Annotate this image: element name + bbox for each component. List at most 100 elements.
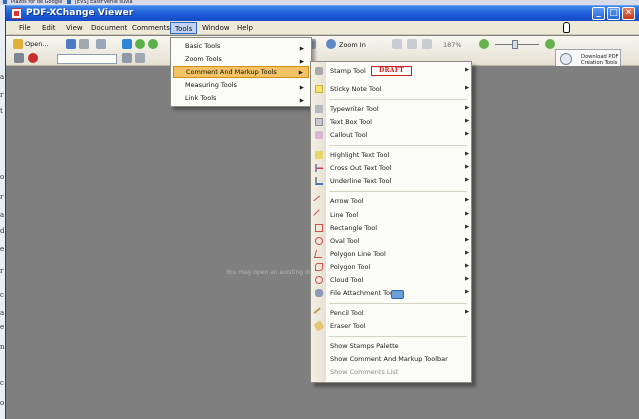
menu-item-label: Typewriter Tool [330, 105, 379, 113]
menu-item-label: Arrow Tool [330, 197, 364, 205]
menu-item-label: Text Box Tool [330, 118, 372, 126]
menu-item-highlight-text[interactable]: Highlight Text Tool ▶ [311, 149, 471, 162]
eraser-icon [313, 320, 325, 332]
menu-item-pencil[interactable]: Pencil Tool ▶ [311, 307, 471, 320]
print-icon[interactable] [79, 39, 89, 49]
email-icon[interactable] [96, 39, 106, 49]
submenu-arrow-icon: ▶ [465, 250, 470, 256]
highlight-icon [315, 151, 323, 159]
menu-item-label: Show Comment And Markup Toolbar [330, 355, 448, 363]
menu-item-polygon[interactable]: Polygon Tool ▶ [311, 261, 471, 274]
menu-separator [329, 191, 467, 192]
menu-item-show-stamps-palette[interactable]: Show Stamps Palette [311, 340, 471, 353]
menu-item-cross-out[interactable]: Cross Out Text Tool ▶ [311, 162, 471, 175]
menu-item-text-box[interactable]: Text Box Tool ▶ [311, 116, 471, 129]
save-icon[interactable] [66, 39, 76, 49]
search-icon[interactable] [122, 53, 132, 63]
menu-item-typewriter[interactable]: Typewriter Tool ▶ [311, 103, 471, 116]
menu-item-label: Stamp Tool [330, 67, 366, 75]
submenu-arrow-icon: ▶ [465, 289, 470, 295]
tools-item-link[interactable]: Link Tools ▶ [173, 92, 309, 104]
rectangle-icon [315, 224, 323, 232]
menu-separator [329, 99, 467, 100]
fit-width-icon[interactable] [422, 39, 432, 49]
menu-item-polygon-line[interactable]: Polygon Line Tool ▶ [311, 248, 471, 261]
menu-item-eraser[interactable]: Eraser Tool [311, 320, 471, 333]
attachment-badge-icon [391, 290, 404, 299]
menu-window[interactable]: Window [202, 24, 230, 32]
tools-item-label: Zoom Tools [185, 55, 222, 63]
snapshot-icon[interactable] [14, 53, 24, 63]
polygon-line-icon [313, 250, 325, 258]
menu-item-show-markup-toolbar[interactable]: Show Comment And Markup Toolbar [311, 353, 471, 366]
find-next-icon[interactable] [135, 53, 145, 63]
submenu-arrow-icon: ▶ [465, 164, 470, 170]
open-button-label[interactable]: Open... [25, 40, 49, 48]
zoom-percent[interactable]: 187% [443, 41, 462, 49]
select-tool-icon[interactable] [122, 39, 132, 49]
bookmark-icon [3, 0, 7, 4]
submenu-arrow-icon: ▶ [299, 98, 304, 104]
menu-separator [329, 303, 467, 304]
sticky-note-icon [315, 85, 323, 93]
actual-size-icon[interactable] [392, 39, 402, 49]
menu-tools[interactable]: Tools [170, 22, 198, 34]
menu-item-show-comments-list[interactable]: Show Comments List [311, 366, 471, 379]
menu-item-label: File Attachment Tool [330, 289, 396, 297]
tools-item-measuring[interactable]: Measuring Tools ▶ [173, 79, 309, 91]
tools-item-basic[interactable]: Basic Tools ▶ [173, 40, 309, 52]
menu-item-arrow-tool[interactable]: Arrow Tool ▶ [311, 195, 471, 208]
open-folder-icon[interactable] [13, 39, 23, 49]
tools-item-label: Link Tools [185, 94, 217, 102]
menu-item-rectangle[interactable]: Rectangle Tool ▶ [311, 222, 471, 235]
menu-item-label: Cross Out Text Tool [330, 164, 392, 172]
close-button[interactable]: ✕ [622, 7, 635, 20]
bookmark-icon [66, 0, 71, 4]
menu-item-underline[interactable]: Underline Text Tool ▶ [311, 175, 471, 188]
oval-icon [315, 237, 323, 245]
line-tool-icon [313, 209, 325, 221]
menu-item-label: Rectangle Tool [330, 224, 378, 232]
forward-icon[interactable] [148, 39, 158, 49]
paperclip-icon [315, 289, 323, 297]
tools-dropdown: Basic Tools ▶ Zoom Tools ▶ Comment And Mar… [170, 37, 312, 107]
zoom-in-icon[interactable] [326, 39, 336, 49]
menu-comments[interactable]: Comments [132, 24, 170, 32]
menu-item-oval[interactable]: Oval Tool ▶ [311, 235, 471, 248]
menu-file[interactable]: File [19, 24, 31, 32]
title-bar[interactable]: PDF-XChange Viewer _ □ ✕ [6, 5, 639, 21]
callout-icon [315, 131, 323, 139]
menu-item-sticky-note[interactable]: Sticky Note Tool ▶ [311, 83, 471, 96]
zoom-in-slider-icon[interactable] [545, 39, 555, 49]
tools-item-zoom[interactable]: Zoom Tools ▶ [173, 53, 309, 65]
draft-stamp-preview: DRAFT [371, 66, 412, 76]
submenu-arrow-icon: ▶ [465, 237, 470, 243]
fit-page-icon[interactable] [407, 39, 417, 49]
zoom-in-label[interactable]: Zoom In [339, 41, 366, 49]
menu-bar: File Edit View Document Comments Tools W… [6, 21, 639, 35]
menu-item-label: Underline Text Tool [330, 177, 392, 185]
menu-item-cloud[interactable]: Cloud Tool ▶ [311, 274, 471, 287]
menu-item-label: Callout Tool [330, 131, 368, 139]
back-icon[interactable] [135, 39, 145, 49]
tools-item-label: Comment And Markup Tools [186, 68, 277, 76]
menu-help[interactable]: Help [237, 24, 253, 32]
acrobat-icon[interactable] [28, 53, 38, 63]
submenu-arrow-icon: ▶ [465, 151, 470, 157]
submenu-arrow-icon: ▶ [465, 211, 470, 217]
menu-item-label: Cloud Tool [330, 276, 364, 284]
polygon-icon [315, 263, 323, 271]
menu-item-label: Polygon Tool [330, 263, 371, 271]
menu-edit[interactable]: Edit [42, 24, 56, 32]
minimize-button[interactable]: _ [592, 7, 605, 20]
menu-document[interactable]: Document [91, 24, 127, 32]
mouse-cursor-icon [563, 22, 570, 33]
maximize-button[interactable]: □ [607, 7, 620, 20]
page-combo[interactable] [57, 54, 117, 64]
menu-item-line-tool[interactable]: Line Tool ▶ [311, 209, 471, 222]
zoom-slider-thumb[interactable] [512, 40, 518, 49]
tools-item-comment-markup[interactable]: Comment And Markup Tools ▶ [173, 66, 309, 78]
zoom-out-slider-icon[interactable] [479, 39, 489, 49]
menu-item-callout[interactable]: Callout Tool ▶ [311, 129, 471, 142]
menu-view[interactable]: View [66, 24, 83, 32]
